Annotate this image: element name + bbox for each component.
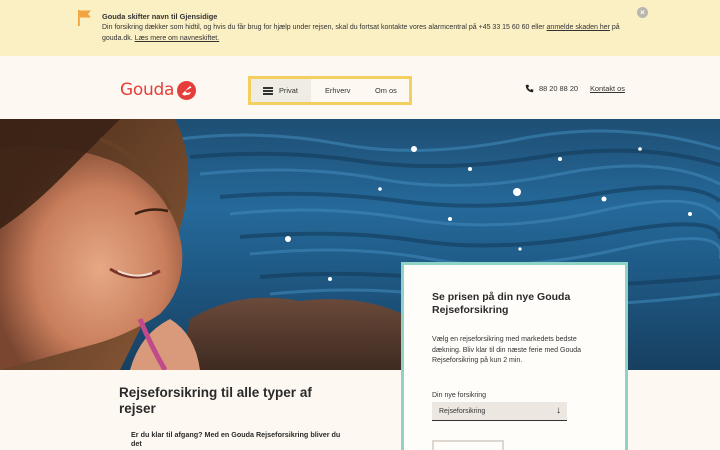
insurance-select-label: Din nye forsikring <box>432 392 487 399</box>
logo[interactable]: Gouda <box>120 80 197 100</box>
phone-icon <box>525 84 534 93</box>
nav-label-om-os: Om os <box>375 86 397 95</box>
insurance-select[interactable]: Rejseforsikring ↓ <box>432 402 567 421</box>
card-description: Vælg en rejseforsikring med markedets be… <box>432 336 582 364</box>
notice-banner: Gouda skifter navn til Gjensidige Din fo… <box>0 0 720 56</box>
close-icon[interactable]: × <box>637 7 648 18</box>
phone-number: 88 20 88 20 <box>539 84 579 93</box>
nav-item-erhverv[interactable]: Erhverv <box>311 79 373 102</box>
arrow-down-icon: ↓ <box>556 405 561 416</box>
flag-icon <box>78 10 91 26</box>
nav-label-privat: Privat <box>279 86 298 95</box>
nav-item-om-os[interactable]: Om os <box>373 79 397 102</box>
logo-text: Gouda <box>120 80 175 100</box>
card-title: Se prisen på din nye Gouda Rejseforsikri… <box>432 291 571 316</box>
phone-link[interactable]: 88 20 88 20 <box>525 84 578 93</box>
notice-body-text: Din forsikring dækker som hidtil, og hvi… <box>102 24 547 31</box>
hamburger-icon[interactable] <box>263 86 273 95</box>
notice-body: Din forsikring dækker som hidtil, og hvi… <box>102 22 637 44</box>
contact-link[interactable]: Kontakt os <box>590 84 625 93</box>
notice-title: Gouda skifter navn til Gjensidige <box>102 12 218 21</box>
continue-button[interactable] <box>432 440 504 450</box>
site-header: Gouda Privat Erhverv Om os 88 20 88 20 K… <box>0 56 720 119</box>
plane-logo-icon <box>177 80 197 100</box>
insurance-select-value: Rejseforsikring <box>439 407 486 415</box>
report-damage-link[interactable]: anmelde skaden her <box>547 24 610 31</box>
price-quote-card: Se prisen på din nye Gouda Rejseforsikri… <box>401 262 628 450</box>
read-more-link[interactable]: Læs mere om navneskiftet. <box>135 35 219 42</box>
page-heading: Rejseforsikring til alle typer af rejser <box>119 385 312 416</box>
nav-label-erhverv: Erhverv <box>325 86 351 95</box>
lead-text: Er du klar til afgang? Med en Gouda Rejs… <box>131 430 341 448</box>
nav-item-privat[interactable]: Privat <box>251 79 311 102</box>
main-nav: Privat Erhverv Om os <box>248 76 412 105</box>
